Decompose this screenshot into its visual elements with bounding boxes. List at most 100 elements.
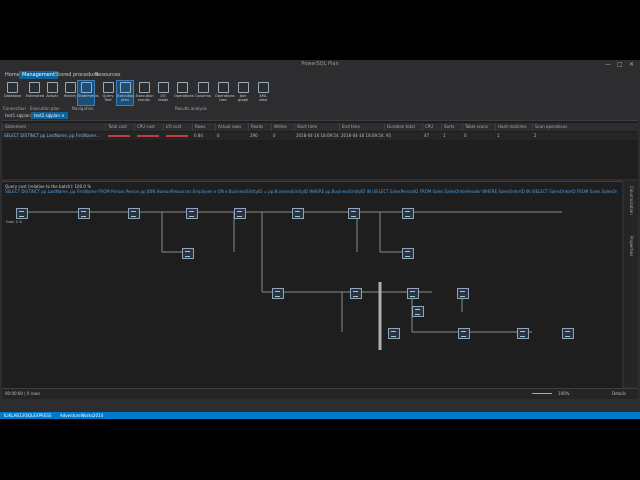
zoom-slider[interactable] <box>532 393 552 394</box>
plan-node-compute-scalar[interactable] <box>517 328 529 339</box>
col-duration[interactable]: Duration total <box>384 123 423 131</box>
col-cpu[interactable]: CPU <box>422 123 441 131</box>
col-start-time[interactable]: Start time <box>294 123 339 131</box>
cell-cpu: 47 <box>424 133 430 138</box>
plan-node-hash-match-2[interactable] <box>350 288 362 299</box>
database-button[interactable]: Database <box>4 81 21 105</box>
menu-bar: Home Management Stored procedure Resourc… <box>0 70 640 79</box>
properties-tab[interactable]: Properties <box>629 236 634 256</box>
plan-edges <box>26 211 562 350</box>
col-sorts[interactable]: Sorts <box>441 123 462 131</box>
table-icon <box>138 82 150 93</box>
io-reads-icon <box>157 82 169 93</box>
cpu-cost-bar <box>137 135 159 137</box>
execution-results-button[interactable]: Execution results <box>136 81 154 105</box>
cell-hash-matches: 1 <box>497 133 500 138</box>
col-hash-matches[interactable]: Hash matches <box>495 123 532 131</box>
execution-plan-icon <box>119 82 131 93</box>
plan-node-index-scan[interactable] <box>402 208 414 219</box>
plan-node-sort-3[interactable] <box>292 208 304 219</box>
plan-node-merge-join-3[interactable] <box>407 288 419 299</box>
tab-test2[interactable]: test2.sqlplan ✕ <box>31 112 68 119</box>
xml-icon <box>257 82 269 93</box>
cell-duration: 95 <box>386 133 392 138</box>
col-reads[interactable]: Reads <box>248 123 271 131</box>
group-connection: Connection <box>3 106 26 111</box>
statements-icon <box>80 82 92 93</box>
group-navigation: Navigation <box>72 106 94 111</box>
graph-icon <box>237 82 249 93</box>
col-rows[interactable]: Rows <box>192 123 215 131</box>
columnization-tab[interactable]: Columnization <box>629 186 634 215</box>
plan-node-select[interactable] <box>16 208 28 219</box>
operations-button[interactable]: Operations <box>174 81 194 105</box>
history-button[interactable]: History <box>62 81 78 105</box>
plan-node-merge-join[interactable] <box>128 208 140 219</box>
plan-node-sort-2[interactable] <box>186 208 198 219</box>
io-reads-button[interactable]: I/O reads <box>155 81 171 105</box>
cell-scan-operations: 2 <box>534 133 537 138</box>
close-button[interactable]: ✕ <box>629 61 634 68</box>
query-text-icon <box>102 82 114 93</box>
plan-node-index-seek[interactable] <box>457 288 469 299</box>
cell-actual-rows: 6 <box>217 133 220 138</box>
plan-node-sort-4[interactable] <box>272 288 284 299</box>
cell-statement: SELECT DISTINCT pp.LastName, pp.FirstNam… <box>4 133 100 138</box>
col-statement[interactable]: Statement <box>2 123 105 131</box>
execution-plan-pane[interactable]: Query cost (relative to the batch): 100.… <box>2 181 622 388</box>
title-bar: PowerSQL Plan — □ ✕ <box>0 60 640 70</box>
cell-reads: 290 <box>250 133 258 138</box>
execution-plan-button[interactable]: Execution plan <box>116 80 135 106</box>
history-icon <box>64 82 76 93</box>
cell-rows: 6.84 <box>194 133 203 138</box>
plan-node-merge-join-2[interactable] <box>234 208 246 219</box>
cell-end-time: 2018-04-16 18:09:54.647 <box>341 133 385 138</box>
col-total-cost[interactable]: Total cost <box>105 123 134 131</box>
table-row[interactable]: SELECT DISTINCT pp.LastName, pp.FirstNam… <box>2 132 638 140</box>
server-name: ILIKLAB13\SQLEXPRESS <box>4 413 52 418</box>
col-end-time[interactable]: End time <box>339 123 384 131</box>
col-io-cost[interactable]: I/O cost <box>163 123 192 131</box>
tab-test1[interactable]: test1.sqlplan <box>2 112 34 119</box>
col-scan-operations[interactable]: Scan operations <box>532 123 575 131</box>
menu-resources[interactable]: Resources <box>92 71 124 79</box>
actual-button[interactable]: Actual <box>44 81 60 105</box>
plan-node-label: Cost: 0 % <box>6 220 23 224</box>
io-cost-bar <box>166 135 188 137</box>
estimated-button[interactable]: Estimated <box>26 81 44 105</box>
col-writes[interactable]: Writes <box>271 123 294 131</box>
col-cpu-cost[interactable]: CPU cost <box>134 123 163 131</box>
xml-view-button[interactable]: XML view <box>255 81 271 105</box>
actual-icon <box>46 82 58 93</box>
plan-node-index-scan-2[interactable] <box>402 248 414 259</box>
zoom-level: 100% <box>558 391 570 396</box>
minimize-button[interactable]: — <box>605 61 611 68</box>
status-bar: 00:00:00 | 0 rows 100% Details <box>2 388 638 399</box>
query-text-button[interactable]: Query Text <box>100 81 116 105</box>
plan-node-index-seek-2[interactable] <box>412 306 424 317</box>
col-table-scans[interactable]: Table scans <box>462 123 495 131</box>
details-button[interactable]: Details <box>612 391 626 396</box>
maximize-button[interactable]: □ <box>617 61 623 68</box>
plan-node-sort[interactable] <box>78 208 90 219</box>
join-graph-button[interactable]: Join graph <box>235 81 251 105</box>
cell-sorts: 1 <box>443 133 446 138</box>
columns-button[interactable]: Columns <box>195 81 211 105</box>
grid-header: Statement Total cost CPU cost I/O cost R… <box>2 123 638 131</box>
ribbon: Database Estimated Actual History Statem… <box>0 79 640 107</box>
plan-node-clustered-index-scan[interactable] <box>182 248 194 259</box>
application-window: PowerSQL Plan — □ ✕ Home Management Stor… <box>0 60 640 419</box>
plan-node-hash-match[interactable] <box>348 208 360 219</box>
operations-tree-button[interactable]: Operations tree <box>215 81 235 105</box>
plan-node-sort-5[interactable] <box>458 328 470 339</box>
plan-node-clustered-index-scan-2[interactable] <box>388 328 400 339</box>
plan-node-clustered-index-seek[interactable] <box>562 328 574 339</box>
right-rail: Columnization Properties <box>624 181 638 387</box>
operations-icon <box>176 82 188 93</box>
statements-button[interactable]: Statements <box>77 80 99 106</box>
document-tabs: test1.sqlplan test2.sqlplan ✕ <box>0 112 640 119</box>
cell-writes: 0 <box>273 133 276 138</box>
statements-grid: Statement Total cost CPU cost I/O cost R… <box>2 120 638 143</box>
col-actual-rows[interactable]: Actual rows <box>215 123 248 131</box>
columns-icon <box>197 82 209 93</box>
